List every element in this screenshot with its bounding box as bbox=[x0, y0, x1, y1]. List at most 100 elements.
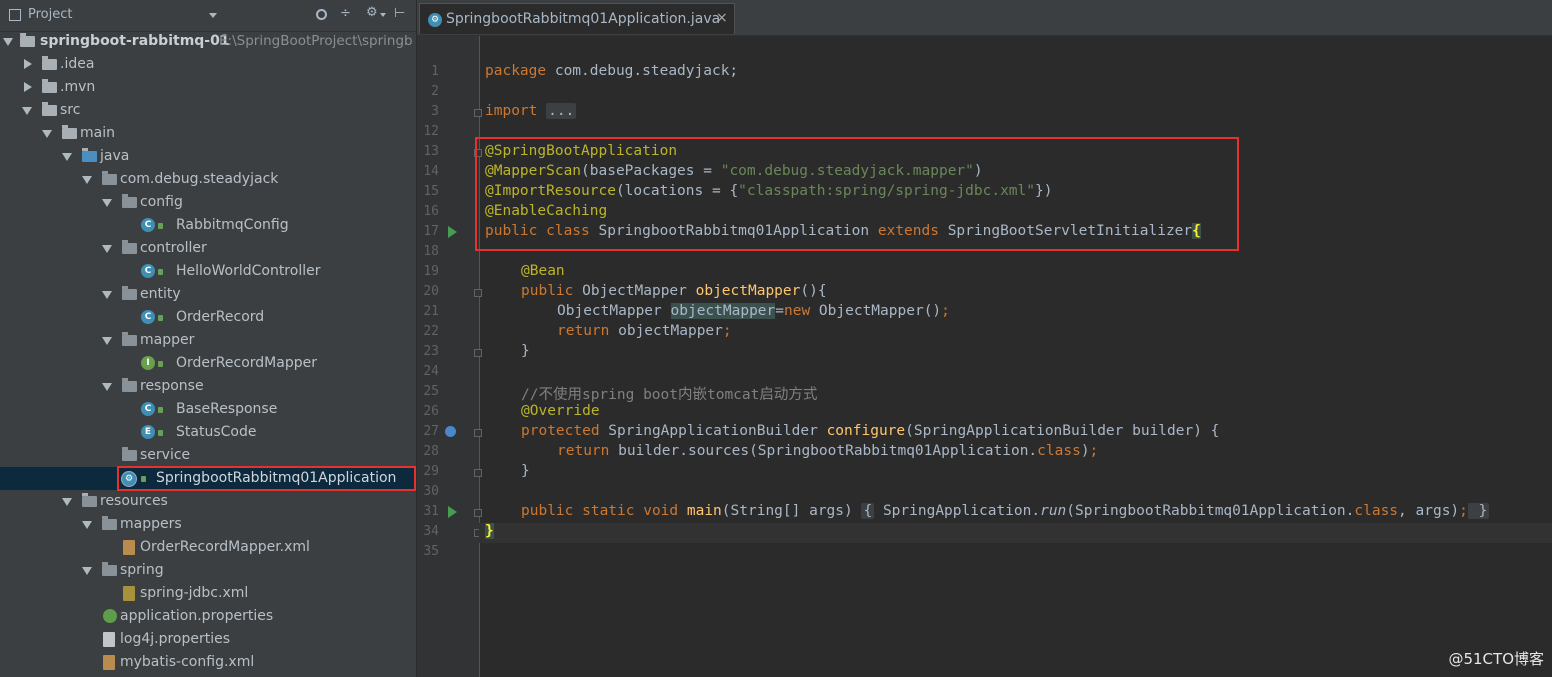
tree-item-label: spring bbox=[120, 562, 164, 578]
expand-icon[interactable] bbox=[102, 199, 112, 207]
package-icon bbox=[122, 286, 137, 300]
expand-icon[interactable] bbox=[62, 153, 72, 161]
tree-item[interactable]: response bbox=[0, 375, 416, 398]
code-line: } bbox=[521, 463, 530, 479]
code-token: builder.sources(SpringbootRabbitmq01Appl… bbox=[609, 443, 1038, 459]
code-highlight-box bbox=[475, 137, 1239, 251]
code-token: ObjectMapper bbox=[573, 283, 696, 299]
expand-icon[interactable] bbox=[42, 130, 52, 138]
tree-item[interactable]: application.properties bbox=[0, 605, 416, 628]
expand-icon[interactable] bbox=[3, 38, 13, 46]
tree-item-label: config bbox=[140, 194, 183, 210]
code-token: objectMapper bbox=[695, 283, 801, 299]
lock-icon bbox=[158, 361, 163, 367]
project-panel-title[interactable]: Project bbox=[28, 7, 72, 22]
tree-item[interactable]: C BaseResponse bbox=[0, 398, 416, 421]
code-line: return objectMapper; bbox=[557, 323, 732, 339]
tree-item[interactable]: .idea bbox=[0, 53, 416, 76]
tree-item[interactable]: spring bbox=[0, 559, 416, 582]
tree-item[interactable]: com.debug.steadyjack bbox=[0, 168, 416, 191]
tree-item[interactable]: entity bbox=[0, 283, 416, 306]
folded-imports[interactable]: ... bbox=[546, 103, 577, 119]
tree-item[interactable]: .mvn bbox=[0, 76, 416, 99]
expand-icon[interactable] bbox=[102, 245, 112, 253]
code-token: ObjectMapper bbox=[557, 303, 671, 319]
tree-item-label: java bbox=[100, 148, 130, 164]
tree-item[interactable]: log4j.properties bbox=[0, 628, 416, 651]
gear-icon[interactable]: ⚙ bbox=[366, 5, 378, 20]
tree-item[interactable]: service bbox=[0, 444, 416, 467]
expand-icon[interactable] bbox=[102, 291, 112, 299]
folder-icon bbox=[42, 79, 57, 93]
code-token: main bbox=[678, 503, 722, 519]
enum-icon: E bbox=[141, 425, 155, 439]
collapsed-icon[interactable] bbox=[24, 82, 32, 92]
dropdown-icon[interactable] bbox=[209, 13, 217, 18]
tree-item-label: RabbitmqConfig bbox=[176, 217, 289, 233]
code-token: , args) bbox=[1398, 503, 1460, 519]
tree-item-label: BaseResponse bbox=[176, 401, 278, 417]
expand-icon[interactable] bbox=[102, 337, 112, 345]
lock-icon bbox=[158, 407, 163, 413]
expand-icon[interactable] bbox=[82, 521, 92, 529]
tree-root[interactable]: springboot-rabbitmq-01 E:\SpringBootProj… bbox=[0, 30, 416, 53]
tree-item[interactable]: mybatis-config.xml bbox=[0, 651, 416, 674]
tree-item[interactable]: main bbox=[0, 122, 416, 145]
tree-item[interactable]: C HelloWorldController bbox=[0, 260, 416, 283]
tree-item-label: com.debug.steadyjack bbox=[120, 171, 279, 187]
lock-icon bbox=[158, 223, 163, 229]
lock-icon bbox=[158, 269, 163, 275]
expand-icon[interactable] bbox=[62, 498, 72, 506]
expand-icon[interactable] bbox=[22, 107, 32, 115]
collapsed-icon[interactable] bbox=[24, 59, 32, 69]
tree-item[interactable]: config bbox=[0, 191, 416, 214]
tree-item[interactable]: spring-jdbc.xml bbox=[0, 582, 416, 605]
watermark: @51CTO博客 bbox=[1448, 650, 1544, 668]
expand-icon[interactable] bbox=[82, 176, 92, 184]
code-token: public bbox=[521, 283, 574, 299]
tree-item-label: resources bbox=[100, 493, 168, 509]
interface-icon: I bbox=[141, 356, 155, 370]
collapse-icon[interactable]: ÷ bbox=[340, 6, 351, 21]
target-icon[interactable] bbox=[316, 9, 327, 20]
folder-icon bbox=[62, 125, 77, 139]
tree-item[interactable]: mapper bbox=[0, 329, 416, 352]
tree-item-label: .idea bbox=[60, 56, 95, 72]
package-icon bbox=[122, 378, 137, 392]
code-token: objectMapper bbox=[609, 323, 723, 339]
gear-dropdown-icon[interactable] bbox=[380, 13, 386, 17]
tree-item-label: mapper bbox=[140, 332, 195, 348]
code-token: SpringApplication. bbox=[874, 503, 1041, 519]
code-line: } bbox=[521, 343, 530, 359]
expand-icon[interactable] bbox=[102, 383, 112, 391]
code-line: ObjectMapper objectMapper=new ObjectMapp… bbox=[557, 303, 950, 319]
code-area[interactable]: package com.debug.steadyjack; import ...… bbox=[417, 0, 1552, 677]
tree-item-label: mappers bbox=[120, 516, 182, 532]
tree-item[interactable]: src bbox=[0, 99, 416, 122]
tree-item[interactable]: resources bbox=[0, 490, 416, 513]
project-icon bbox=[9, 9, 21, 21]
tree-item[interactable]: mappers bbox=[0, 513, 416, 536]
tree-item[interactable]: I OrderRecordMapper bbox=[0, 352, 416, 375]
resources-folder-icon bbox=[82, 493, 97, 507]
tree-item[interactable]: java bbox=[0, 145, 416, 168]
package-icon bbox=[122, 194, 137, 208]
tree-item[interactable]: C RabbitmqConfig bbox=[0, 214, 416, 237]
package-icon bbox=[102, 171, 117, 185]
code-token: return bbox=[557, 443, 610, 459]
class-icon: C bbox=[141, 402, 155, 416]
project-panel: Project ÷ ⚙ ⊢ springboot-rabbitmq-01 E:\… bbox=[0, 0, 417, 677]
hide-icon[interactable]: ⊢ bbox=[394, 6, 405, 21]
code-token: class bbox=[1037, 443, 1081, 459]
expand-icon[interactable] bbox=[82, 567, 92, 575]
tree-item[interactable]: controller bbox=[0, 237, 416, 260]
tree-item[interactable]: C OrderRecord bbox=[0, 306, 416, 329]
code-line: @Bean bbox=[521, 263, 565, 279]
tree-root-label: springboot-rabbitmq-01 bbox=[40, 33, 230, 49]
folder-icon bbox=[42, 56, 57, 70]
tree-item-label: HelloWorldController bbox=[176, 263, 321, 279]
tree-item-label: main bbox=[80, 125, 115, 141]
tree-item[interactable]: OrderRecordMapper.xml bbox=[0, 536, 416, 559]
tree-item-label: controller bbox=[140, 240, 207, 256]
tree-item[interactable]: E StatusCode bbox=[0, 421, 416, 444]
